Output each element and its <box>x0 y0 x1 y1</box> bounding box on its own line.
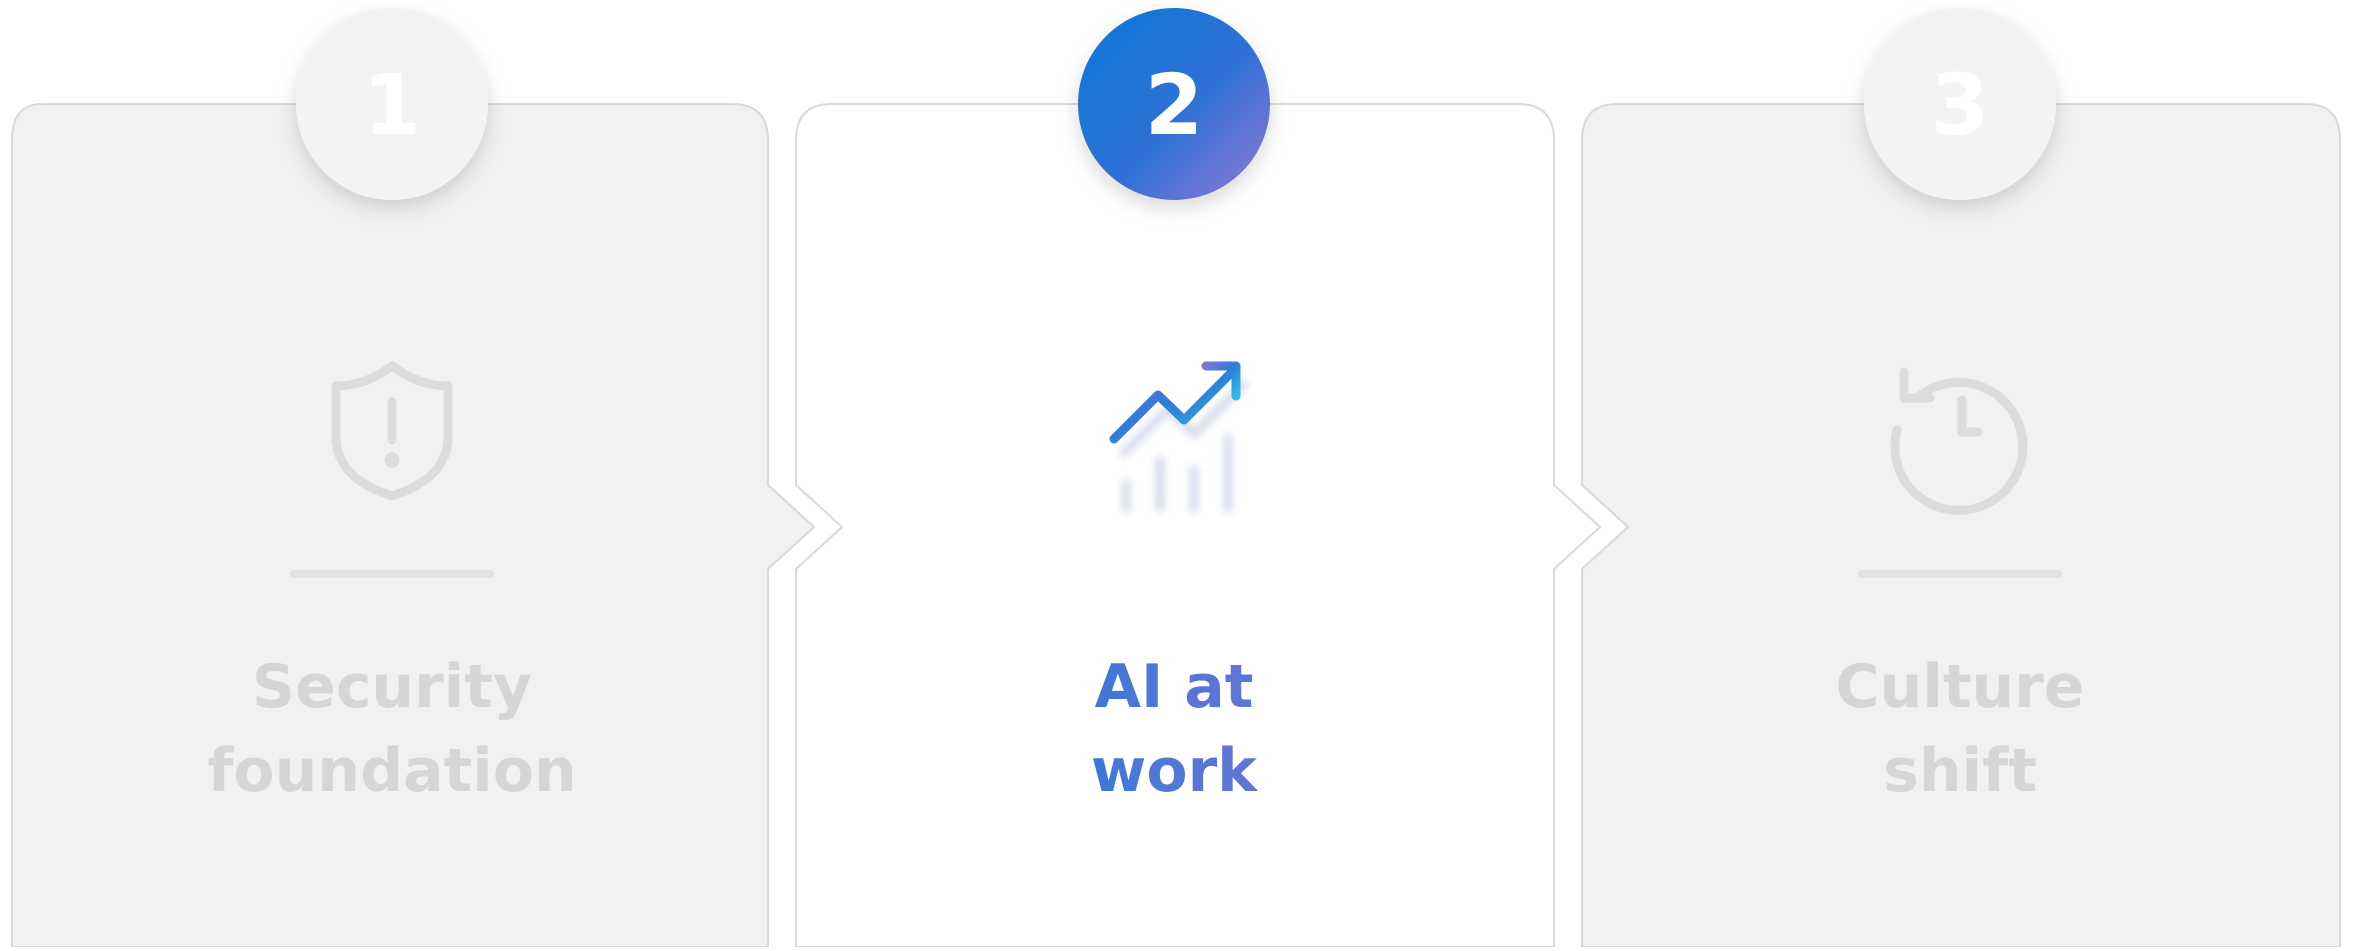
step-title-1-line-1: Security <box>251 652 533 722</box>
step-title-2: AI at work <box>894 645 1454 813</box>
step-card-2 <box>795 103 1602 948</box>
step-title-2-line-1: AI at <box>894 645 1454 729</box>
step-number-badge-3: 3 <box>1864 8 2056 200</box>
step-number-badge-1: 1 <box>296 8 488 200</box>
step-title-3-line-2: shift <box>1883 736 2037 806</box>
step-title-2-line-2: work <box>894 729 1454 813</box>
step-title-3-line-1: Culture <box>1835 652 2085 722</box>
step-number-1: 1 <box>363 56 421 154</box>
step-title-1-line-2: foundation <box>207 736 577 806</box>
step-card-3 <box>1581 103 2341 948</box>
process-diagram: 1 2 3 Security foundation AI at work Cul… <box>0 0 2354 948</box>
step-card-1 <box>11 103 816 948</box>
step-number-2: 2 <box>1145 56 1203 154</box>
step-number-3: 3 <box>1931 56 1989 154</box>
step-title-1: Security foundation <box>112 645 672 813</box>
step-title-3: Culture shift <box>1680 645 2240 813</box>
step-number-badge-2: 2 <box>1078 8 1270 200</box>
